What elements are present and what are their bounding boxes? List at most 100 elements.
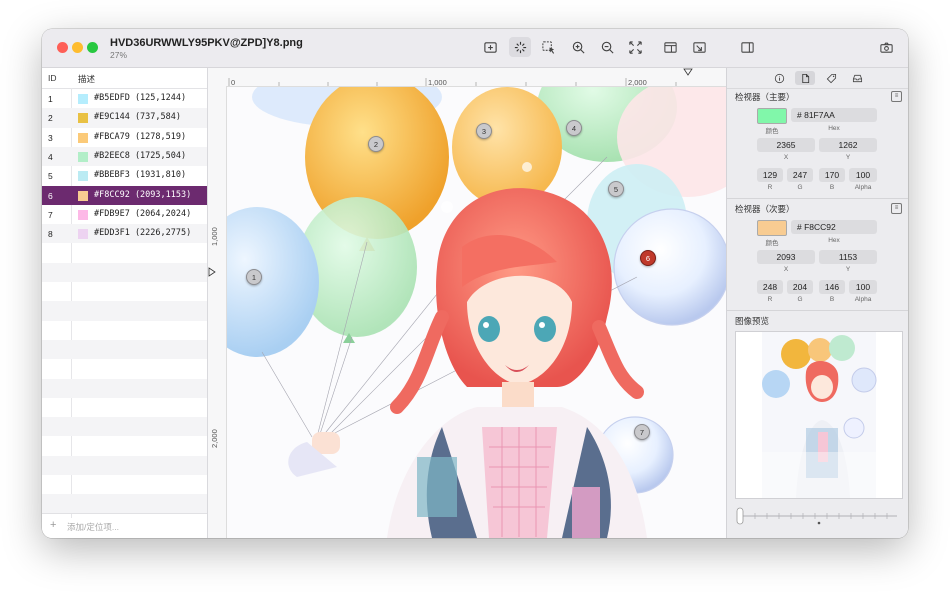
secondary-hex-field[interactable]: # F8CC92 — [791, 220, 877, 234]
list-row[interactable]: 1 #B5EDFD (125,1244) — [42, 89, 207, 108]
primary-r-field[interactable]: 129 — [757, 168, 783, 182]
zoom-out-icon — [601, 41, 614, 54]
sidebar-toggle-button[interactable] — [736, 37, 758, 57]
primary-inspector-header: 检视器（主要） ≡ — [727, 89, 908, 103]
collapse-button[interactable] — [688, 37, 710, 57]
auto-pick-button[interactable] — [509, 37, 531, 57]
row-color-swatch — [78, 171, 88, 182]
image-canvas[interactable]: 0 1,000 2,000 1,000 2,000 1 2 3 4 5 6 7 — [208, 68, 726, 538]
primary-b-field[interactable]: 170 — [819, 168, 845, 182]
marker-6[interactable]: 6 — [640, 250, 656, 266]
row-description: #F8CC92 (2093,1153) — [94, 189, 192, 200]
secondary-r-label: R — [767, 296, 773, 303]
primary-x-field[interactable]: 2365 — [757, 138, 815, 152]
row-description: #B2EEC8 (1725,504) — [94, 150, 187, 161]
row-color-swatch — [78, 94, 88, 104]
row-description: #BBEBF3 (1931,810) — [94, 170, 187, 181]
empty-list-row — [42, 262, 207, 282]
primary-alpha-field[interactable]: 100 — [849, 168, 877, 182]
preview-zoom-slider[interactable] — [735, 506, 901, 526]
inspector-divider — [727, 310, 908, 311]
marker-7[interactable]: 7 — [634, 424, 650, 440]
row-id: 1 — [48, 94, 53, 104]
empty-list-row — [42, 455, 207, 475]
marker-5[interactable]: 5 — [608, 181, 624, 197]
zoom-window-button[interactable] — [87, 42, 98, 53]
secondary-color-swatch[interactable] — [757, 220, 787, 236]
layout-button[interactable] — [659, 37, 681, 57]
add-marker-button[interactable] — [479, 37, 501, 57]
empty-list-row — [42, 339, 207, 360]
list-row[interactable]: 4 #B2EEC8 (1725,504) — [42, 146, 207, 167]
copy-selection-button[interactable] — [537, 37, 559, 57]
primary-y-field[interactable]: 1262 — [819, 138, 877, 152]
add-item-icon[interactable]: + — [50, 519, 56, 531]
list-row[interactable]: 2 #E9C144 (737,584) — [42, 108, 207, 128]
list-row[interactable]: 5 #BBEBF3 (1931,810) — [42, 166, 207, 185]
primary-y-label: Y — [845, 154, 851, 161]
row-id: 6 — [48, 190, 53, 201]
secondary-r-field[interactable]: 248 — [757, 280, 783, 294]
list-row[interactable]: 3 #FBCA79 (1278,519) — [42, 128, 207, 147]
secondary-y-field[interactable]: 1153 — [819, 250, 877, 264]
image-preview[interactable] — [735, 331, 903, 499]
tag-icon — [826, 73, 836, 83]
tab-tag[interactable] — [821, 71, 841, 85]
list-row[interactable]: 6 #F8CC92 (2093,1153) — [42, 185, 207, 205]
inspector-divider — [727, 198, 908, 199]
fit-screen-icon — [628, 40, 642, 54]
primary-g-label: G — [797, 184, 803, 191]
row-color-swatch — [78, 209, 88, 220]
secondary-alpha-field[interactable]: 100 — [849, 280, 877, 294]
secondary-g-field[interactable]: 204 — [787, 280, 813, 294]
row-description: #FDB9E7 (2064,2024) — [94, 208, 192, 219]
secondary-alpha-label: Alpha — [854, 296, 872, 303]
tab-document[interactable] — [795, 71, 815, 85]
list-row[interactable]: 8 #EDD3F1 (2226,2775) — [42, 224, 207, 244]
secondary-export-icon[interactable]: ≡ — [891, 203, 902, 214]
row-id: 2 — [48, 113, 53, 124]
row-color-swatch — [78, 190, 88, 201]
minimize-window-button[interactable] — [72, 42, 83, 53]
primary-g-field[interactable]: 247 — [787, 168, 813, 182]
list-row[interactable]: 7 #FDB9E7 (2064,2024) — [42, 205, 207, 224]
primary-color-swatch[interactable] — [757, 108, 787, 124]
secondary-g-label: G — [797, 296, 803, 303]
column-desc-header[interactable]: 描述 — [78, 73, 95, 85]
fit-screen-button[interactable] — [624, 37, 646, 57]
empty-list-row — [42, 398, 207, 417]
marker-3[interactable]: 3 — [476, 123, 492, 139]
marker-list: ID 描述 1 #B5EDFD (125,1244) 2 #E9C144 (737,5… — [42, 68, 208, 538]
empty-list-row — [42, 417, 207, 437]
zoom-in-button[interactable] — [567, 37, 589, 57]
row-description: #B5EDFD (125,1244) — [94, 93, 187, 103]
primary-hex-label: Hex — [828, 125, 840, 132]
ruler-h-tick-2000: 2,000 — [628, 78, 647, 87]
app-window: HVD36URWWLY95PKV@ZPD]Y8.png 27% ID 描述 1 … — [42, 29, 908, 538]
marker-2[interactable]: 2 — [368, 136, 384, 152]
inspector-tabs — [727, 68, 908, 89]
secondary-inspector-header: 检视器（次要） ≡ — [727, 201, 908, 215]
secondary-x-field[interactable]: 2093 — [757, 250, 815, 264]
screenshot-button[interactable] — [875, 37, 897, 57]
marker-1[interactable]: 1 — [246, 269, 262, 285]
primary-hex-field[interactable]: # 81F7AA — [791, 108, 877, 122]
tab-inbox[interactable] — [847, 71, 867, 85]
add-item-field[interactable]: 添加/定位项... — [67, 521, 119, 533]
column-id-header[interactable]: ID — [48, 73, 57, 83]
marker-4[interactable]: 4 — [566, 120, 582, 136]
inbox-icon — [852, 74, 862, 82]
empty-list-row — [42, 282, 207, 301]
zoom-out-button[interactable] — [596, 37, 618, 57]
secondary-b-field[interactable]: 146 — [819, 280, 845, 294]
row-id: 4 — [48, 151, 53, 162]
close-window-button[interactable] — [57, 42, 68, 53]
tab-info[interactable] — [769, 71, 789, 85]
empty-list-row — [42, 321, 207, 340]
ruler-h-tick-1000: 1,000 — [428, 78, 447, 87]
row-color-swatch — [78, 113, 88, 124]
preview-title: 图像预览 — [735, 316, 770, 326]
secondary-x-label: X — [783, 266, 789, 273]
secondary-inspector-title: 检视器（次要） — [735, 204, 795, 214]
primary-export-icon[interactable]: ≡ — [891, 91, 902, 102]
